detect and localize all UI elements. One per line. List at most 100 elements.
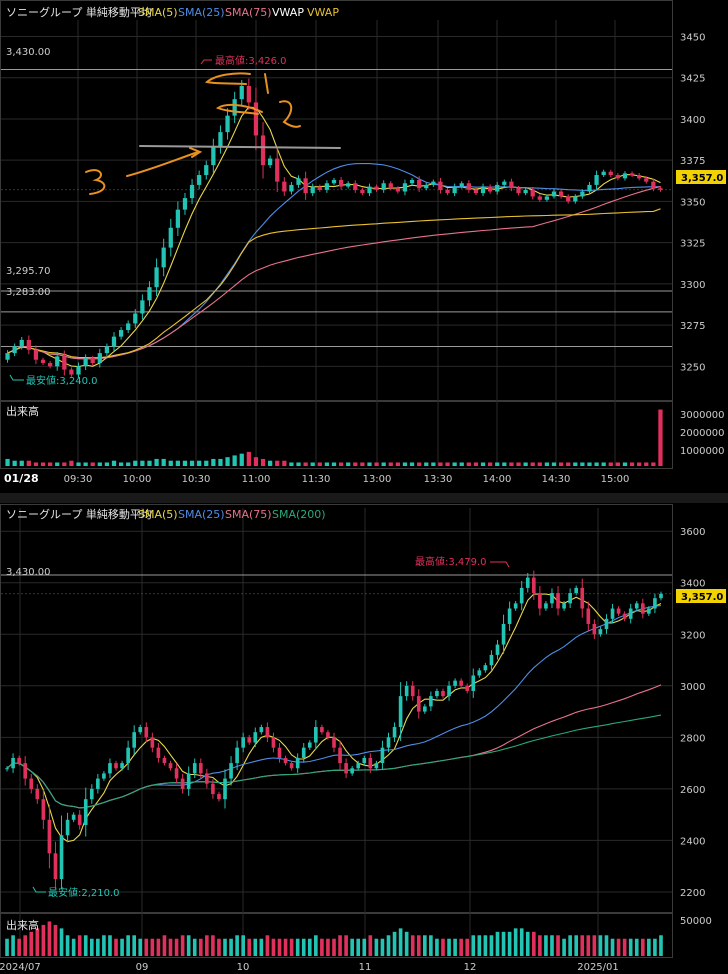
candle-body [90, 358, 95, 364]
candle-body [26, 339, 31, 350]
volume-bar [435, 938, 439, 956]
volume-bar [77, 935, 82, 956]
chart-canvas: 3250 3275 3300 3325 3350 3375 3400 3425 3450 09:… [0, 0, 728, 973]
volume-bar [558, 462, 564, 466]
volume-bar [452, 462, 457, 466]
volume-bar [217, 938, 221, 956]
volume-bar [317, 462, 322, 466]
candle-body [338, 747, 342, 764]
candle-body [317, 186, 322, 190]
volume-bar [608, 462, 613, 466]
volume-bar [41, 924, 46, 956]
volume-bar [161, 458, 166, 466]
candle-body [404, 685, 409, 697]
y-tick-label: 3000 [680, 682, 705, 693]
volume-bar [156, 938, 161, 956]
volume-bar [441, 938, 445, 956]
volume-bar [495, 462, 500, 466]
volume-bar [211, 458, 216, 466]
volume-bar [346, 462, 351, 466]
volume-bar [398, 928, 403, 956]
volume-bar [380, 938, 385, 956]
volume-bar [277, 938, 282, 956]
y-tick-label: 3400 [680, 115, 705, 126]
volume-bar [374, 462, 379, 466]
candle-body [586, 608, 591, 624]
volume-bar [197, 460, 202, 466]
volume-bar [12, 460, 17, 466]
volume-bar [289, 462, 294, 466]
candle-body [225, 115, 230, 133]
volume-bar [459, 462, 464, 466]
y-tick-label: 2600 [680, 785, 705, 796]
volume-bar [466, 462, 471, 466]
volume-bar [367, 462, 372, 466]
candle-body [223, 778, 227, 800]
volume-bar [118, 462, 124, 466]
volume-bar [275, 460, 280, 466]
candle-body [168, 763, 173, 769]
candle-body [488, 186, 493, 192]
x-tick-label: 14:00 [483, 474, 512, 485]
volume-bar [69, 460, 74, 466]
candle-body [332, 737, 336, 748]
volume-bar [392, 931, 397, 956]
volume-bar [417, 462, 422, 466]
candle-body [310, 186, 315, 194]
volume-bar [182, 460, 188, 466]
candle-body [566, 196, 571, 202]
volume-bar [523, 462, 528, 466]
y-tick-label: 3250 [680, 362, 705, 373]
candle-body [253, 102, 259, 136]
daily-title: ソニーグループ 単純移動平均 [6, 507, 152, 521]
daily-volume-tick: 50000 [680, 916, 712, 927]
volume-bar [568, 935, 572, 956]
candle-body [69, 369, 74, 375]
volume-bar [445, 462, 450, 466]
y-tick-label: 3600 [680, 527, 705, 538]
candle-body [459, 680, 463, 686]
volume-bar [259, 938, 264, 956]
candle-body [331, 179, 337, 184]
candle-body [452, 186, 457, 194]
x-tick-label: 14:30 [542, 474, 571, 485]
candle-body [356, 763, 361, 769]
candle-body [580, 587, 585, 609]
volume-bar [111, 460, 117, 466]
volume-bar [253, 457, 259, 466]
y-tick-label: 3375 [680, 156, 705, 167]
candle-body [501, 623, 506, 645]
volume-bar [438, 462, 443, 466]
candle-body [353, 183, 358, 190]
x-tick-label: 10:30 [182, 474, 211, 485]
candle-body [374, 186, 379, 190]
volume-bar [204, 460, 209, 466]
daily-y-axis: 2200 2400 2600 2800 3000 3200 3400 3600 [680, 527, 705, 899]
volume-bar [331, 462, 337, 466]
volume-bar [362, 938, 367, 956]
candle-body [301, 747, 306, 758]
volume-bar [459, 938, 463, 956]
volume-bar [168, 938, 173, 956]
candle-body [604, 618, 609, 630]
candle-body [598, 629, 603, 635]
candle-body [431, 181, 436, 185]
candle-body [246, 85, 251, 103]
candle-body [544, 603, 548, 609]
candle-body [59, 835, 64, 880]
panel-separator [0, 493, 728, 503]
candle-body [395, 188, 400, 192]
legend-vwap-alt: VWAP [307, 6, 339, 19]
volume-bar [544, 935, 548, 956]
candle-body [126, 747, 130, 764]
volume-bar [320, 938, 324, 956]
candle-body [147, 287, 152, 301]
volume-bar [89, 938, 94, 956]
x-tick-label: 10 [237, 962, 250, 973]
x-tick-label: 12 [464, 962, 477, 973]
volume-bar [360, 462, 365, 466]
volume-bar [296, 462, 301, 466]
volume-bar [495, 931, 500, 956]
volume-bar [192, 938, 197, 956]
intraday-volume-tick-3m: 3000000 [680, 410, 725, 421]
